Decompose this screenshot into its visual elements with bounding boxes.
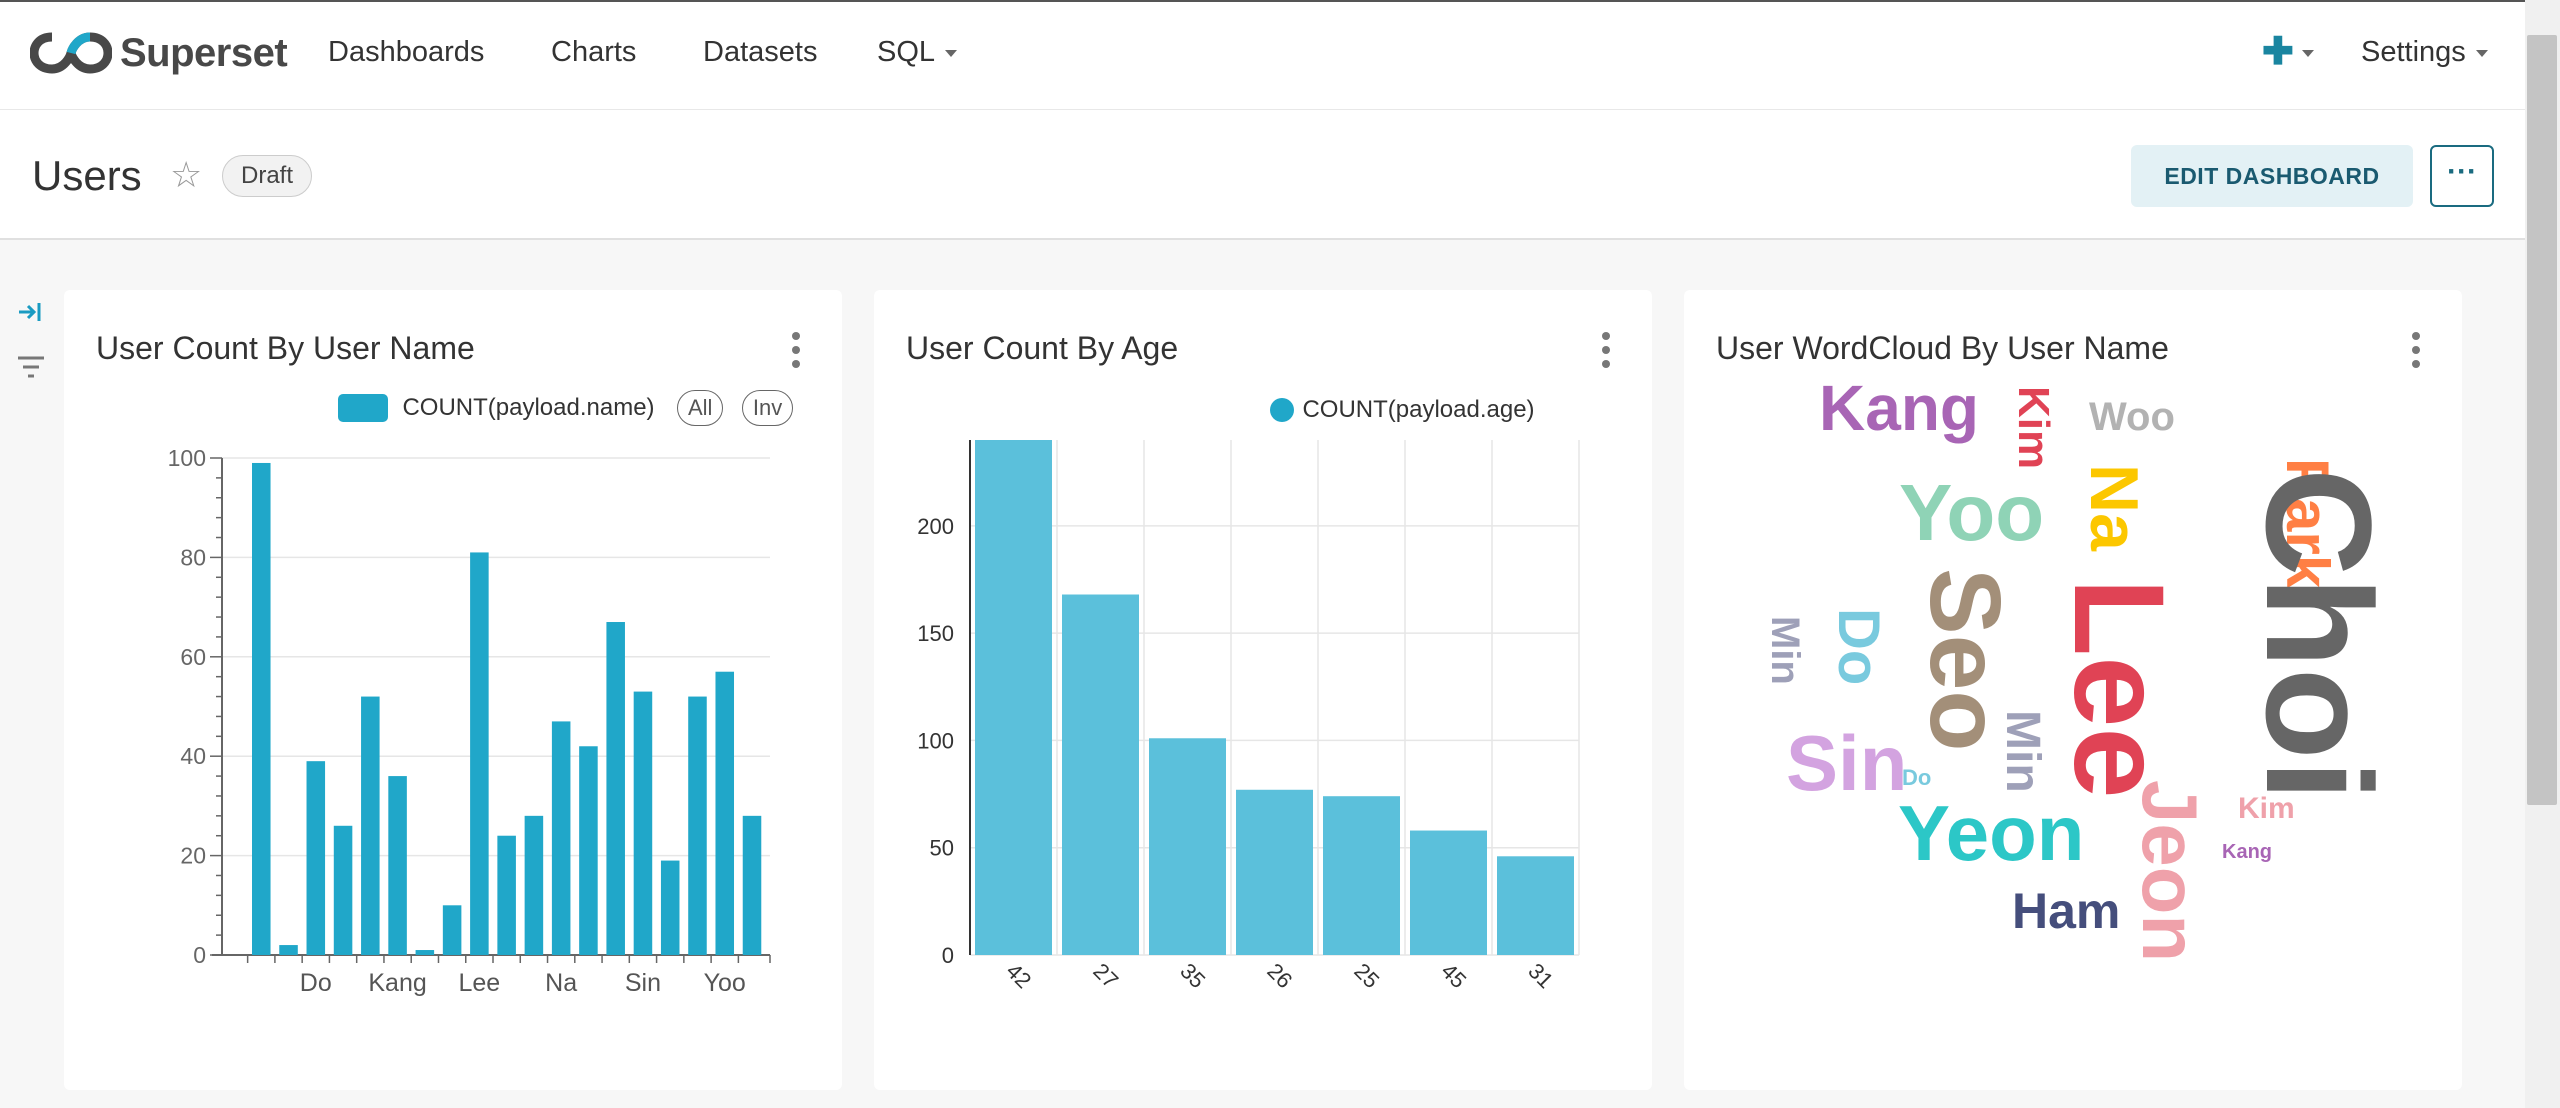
x-tick-label: 35 bbox=[1175, 958, 1210, 993]
wordcloud-word: Do bbox=[1902, 765, 1931, 790]
nav-settings[interactable]: Settings bbox=[2361, 36, 2488, 69]
y-tick-label: 60 bbox=[180, 644, 206, 670]
bar bbox=[333, 825, 353, 955]
y-tick-label: 100 bbox=[168, 445, 206, 471]
logo-icon bbox=[30, 32, 112, 74]
bar bbox=[579, 746, 598, 955]
bar bbox=[1323, 796, 1400, 955]
x-tick-label: Kang bbox=[368, 969, 426, 997]
x-tick-label: Na bbox=[545, 969, 577, 997]
x-tick-label: 31 bbox=[1523, 958, 1558, 993]
nav-datasets[interactable]: Datasets bbox=[703, 36, 817, 69]
brand-name: Superset bbox=[120, 30, 288, 75]
edit-dashboard-button[interactable]: EDIT DASHBOARD bbox=[2131, 145, 2413, 207]
wordcloud-word: Ham bbox=[2012, 883, 2120, 939]
y-tick-label: 40 bbox=[180, 743, 206, 769]
wordcloud-word: Min bbox=[1763, 616, 1807, 685]
x-tick-label: Do bbox=[300, 969, 332, 997]
scrollbar-thumb[interactable] bbox=[2527, 35, 2557, 805]
wordcloud-word: Jeon bbox=[2126, 780, 2214, 962]
bar bbox=[715, 671, 735, 955]
y-tick-label: 80 bbox=[180, 544, 206, 570]
chart-card-wordcloud: User WordCloud By User Name Kang Kim Woo Pa… bbox=[1684, 290, 2462, 1090]
bar bbox=[524, 815, 544, 955]
plus-icon[interactable]: ✚ bbox=[2262, 32, 2314, 72]
bar bbox=[606, 622, 625, 955]
bar bbox=[252, 462, 271, 955]
wordcloud-word: Min bbox=[1996, 710, 2049, 793]
bar bbox=[1149, 738, 1226, 955]
status-badge[interactable]: Draft bbox=[222, 155, 313, 197]
bar bbox=[633, 691, 653, 955]
more-options-button[interactable]: ··· bbox=[2430, 145, 2494, 207]
wordcloud-word: Kim bbox=[2009, 386, 2058, 469]
filter-icon[interactable] bbox=[16, 354, 46, 387]
wordcloud-word: Sin bbox=[1786, 719, 1907, 807]
x-tick-label: 45 bbox=[1436, 958, 1471, 993]
y-tick-label: 0 bbox=[193, 942, 206, 968]
x-tick-label: Sin bbox=[625, 969, 661, 997]
x-tick-label: 26 bbox=[1262, 958, 1297, 993]
chevron-down-icon bbox=[2301, 50, 2314, 58]
bar bbox=[1410, 830, 1487, 955]
star-icon[interactable]: ☆ bbox=[170, 154, 202, 196]
nav-sql-label: SQL bbox=[877, 36, 936, 68]
y-tick-label: 50 bbox=[930, 836, 954, 861]
wordcloud-word: Lee bbox=[2047, 578, 2190, 799]
wordcloud-word: Yoo bbox=[1899, 468, 2044, 557]
chevron-down-icon bbox=[945, 49, 958, 57]
bar-chart-age: 0 50 100 150 200 42 27 35 26 25 45 31 bbox=[917, 440, 1580, 993]
bar bbox=[442, 905, 462, 955]
bar bbox=[975, 440, 1052, 955]
bar-chart-user-name: 0 20 40 60 80 100 Do Kang Lee Na Sin Yoo bbox=[168, 445, 771, 997]
wordcloud-word: Kang bbox=[2222, 841, 2272, 863]
bar bbox=[1497, 856, 1574, 955]
bar bbox=[551, 721, 571, 955]
bar bbox=[279, 945, 298, 955]
wordcloud-word: Kang bbox=[1819, 372, 1979, 444]
chevron-down-icon bbox=[2475, 49, 2488, 57]
wordcloud-word: Woo bbox=[2089, 395, 2175, 439]
dashboard-header: Users ☆ Draft EDIT DASHBOARD ··· bbox=[0, 110, 2525, 240]
y-tick-label: 20 bbox=[180, 843, 206, 869]
wordcloud-word: Na bbox=[2076, 464, 2152, 552]
x-tick-label: Yoo bbox=[704, 969, 746, 997]
y-tick-label: 150 bbox=[917, 621, 954, 646]
bar bbox=[1236, 789, 1313, 955]
x-tick-label: 25 bbox=[1349, 958, 1384, 993]
bar bbox=[660, 860, 680, 955]
nav-charts[interactable]: Charts bbox=[551, 36, 636, 69]
bar bbox=[742, 815, 762, 955]
bar bbox=[388, 776, 407, 955]
dashboard-title[interactable]: Users bbox=[32, 152, 142, 200]
wordcloud-word: Do bbox=[1826, 608, 1891, 685]
y-tick-label: 0 bbox=[942, 943, 954, 968]
x-tick-label: 27 bbox=[1088, 958, 1123, 993]
x-tick-label: Lee bbox=[459, 969, 501, 997]
nav-dashboards[interactable]: Dashboards bbox=[328, 36, 484, 69]
bar bbox=[470, 552, 489, 955]
y-tick-label: 200 bbox=[917, 514, 954, 539]
wordcloud-word: Kim bbox=[2238, 792, 2295, 825]
nav-settings-label: Settings bbox=[2361, 36, 2466, 68]
bar bbox=[497, 835, 516, 955]
chart-card-age: User Count By Age COUNT(payload.age) 0 50… bbox=[874, 290, 1652, 1090]
bar bbox=[361, 696, 380, 955]
nav-sql[interactable]: SQL bbox=[877, 36, 958, 69]
bar bbox=[306, 761, 326, 955]
superset-logo[interactable]: Superset bbox=[30, 28, 288, 78]
wordcloud-word: Choi bbox=[2235, 468, 2403, 801]
wordcloud-chart: Kang Kim WooParkYoo Na ChoiSeo LeeMin DoSin Min… bbox=[1763, 372, 2403, 962]
expand-sidebar-icon[interactable] bbox=[16, 298, 44, 333]
wordcloud-word: Yeon bbox=[1898, 789, 2084, 877]
x-tick-label: 42 bbox=[1001, 958, 1036, 993]
bar bbox=[1062, 594, 1139, 955]
bar bbox=[688, 696, 707, 955]
chart-card-user-name: User Count By User Name COUNT(payload.na… bbox=[64, 290, 842, 1090]
top-navbar: Superset Dashboards Charts Datasets SQL … bbox=[0, 0, 2525, 110]
bar bbox=[415, 950, 435, 955]
y-tick-label: 100 bbox=[917, 728, 954, 753]
